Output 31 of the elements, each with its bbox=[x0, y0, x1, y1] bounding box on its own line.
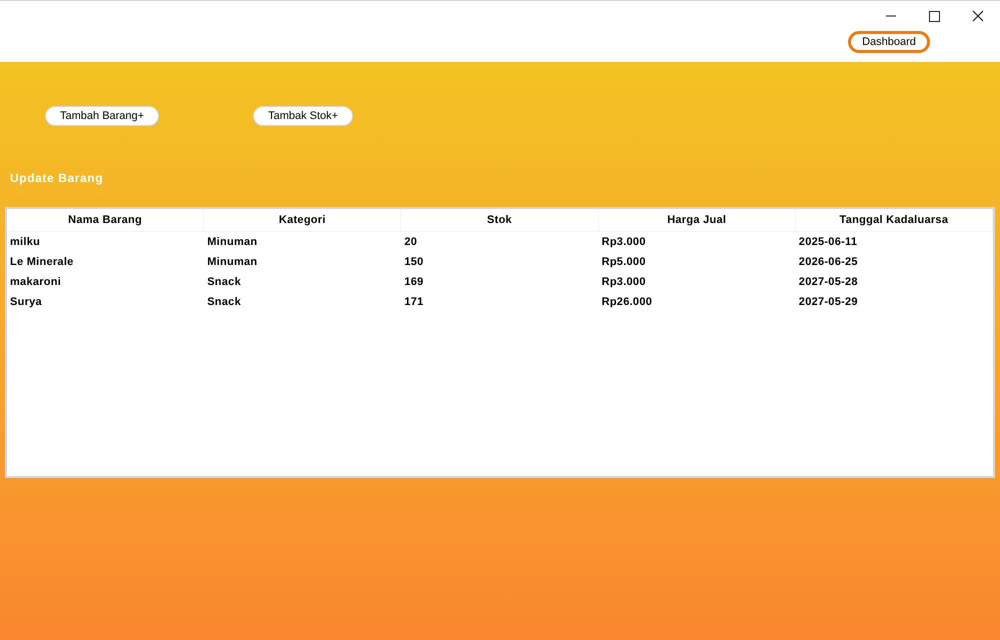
table-cell-text: 2025-06-11 bbox=[798, 234, 858, 250]
dashboard-button[interactable]: Dashboard bbox=[848, 31, 930, 53]
section-title: Update Barang bbox=[10, 170, 104, 187]
table-cell-text: Surya bbox=[9, 294, 43, 310]
column-header[interactable]: Tanggal Kadaluarsa bbox=[796, 209, 993, 231]
table-cell-text: Rp3.000 bbox=[600, 274, 647, 290]
table-cell-text: 2026-06-25 bbox=[798, 254, 859, 270]
table-cell-text: milku bbox=[9, 234, 42, 250]
column-header[interactable]: Kategori bbox=[204, 209, 402, 231]
table-cell-text: Snack bbox=[206, 274, 242, 290]
table-cell-text: 2027-05-28 bbox=[798, 274, 859, 290]
action-button[interactable]: Tambah Barang+ bbox=[45, 106, 160, 126]
table-cell-text: Rp26.000 bbox=[600, 294, 654, 310]
table-cell-text: 171 bbox=[403, 294, 425, 310]
column-header[interactable]: Stok bbox=[401, 209, 599, 231]
table-cell-text: 2027-05-29 bbox=[798, 294, 859, 310]
table-cell-text: Le Minerale bbox=[9, 254, 75, 270]
table-cell-text: Rp5.000 bbox=[600, 254, 647, 270]
action-button[interactable]: Tambak Stok+ bbox=[253, 106, 354, 126]
table-cell-text: Minuman bbox=[206, 234, 258, 250]
maximize-icon[interactable] bbox=[929, 10, 940, 22]
table-cell-text: makaroni bbox=[9, 274, 62, 290]
close-icon[interactable] bbox=[972, 10, 984, 22]
column-header[interactable]: Harga Jual bbox=[598, 209, 796, 231]
table-cell-text: Minuman bbox=[206, 254, 258, 270]
table-cell-text: Snack bbox=[206, 294, 242, 310]
table-cell-text: 20 bbox=[403, 234, 418, 250]
column-header[interactable]: Nama Barang bbox=[7, 209, 204, 231]
table-cell-text: 150 bbox=[403, 254, 425, 270]
table-cell-text: Rp3.000 bbox=[600, 234, 647, 250]
table-cell-text: 169 bbox=[403, 274, 425, 290]
